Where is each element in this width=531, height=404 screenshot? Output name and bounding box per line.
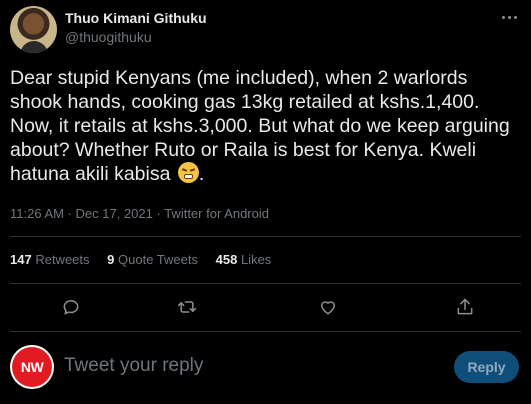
user-avatar-text: NW bbox=[12, 347, 52, 387]
author-name[interactable]: Thuo Kimani Githuku bbox=[65, 10, 207, 26]
likes-stat[interactable]: 458 Likes bbox=[216, 252, 272, 267]
avatar-figure bbox=[20, 41, 48, 53]
tweet-text: Dear stupid Kenyans (me included), when … bbox=[10, 67, 516, 185]
tweet-date[interactable]: Dec 17, 2021 bbox=[76, 206, 153, 221]
divider bbox=[10, 283, 521, 284]
divider bbox=[10, 331, 521, 332]
reply-button[interactable]: Reply bbox=[454, 351, 519, 383]
share-icon[interactable] bbox=[452, 294, 478, 320]
like-icon[interactable] bbox=[315, 294, 341, 320]
more-options-icon[interactable] bbox=[499, 12, 519, 22]
retweets-stat[interactable]: 147 Retweets bbox=[10, 252, 90, 267]
tweet-trailing: . bbox=[198, 163, 205, 185]
likes-count: 458 bbox=[215, 252, 238, 267]
quote-tweets-stat[interactable]: 9 Quote Tweets bbox=[107, 252, 198, 267]
tweet-header: Thuo Kimani Githuku @thuogithuku bbox=[10, 6, 521, 54]
quote-tweets-count: 9 bbox=[107, 252, 115, 267]
tweet-body: Dear stupid Kenyans (me included), when … bbox=[10, 66, 515, 186]
tweet-source[interactable]: Twitter for Android bbox=[164, 206, 269, 221]
tweet-time[interactable]: 11:26 AM bbox=[10, 206, 64, 221]
tweet-stats: 147 Retweets 9 Quote Tweets 458 Likes bbox=[10, 252, 285, 267]
divider bbox=[10, 236, 521, 237]
author-handle[interactable]: @thuogithuku bbox=[65, 29, 152, 45]
meta-separator: · bbox=[63, 206, 76, 221]
retweets-count: 147 bbox=[10, 252, 32, 267]
likes-label: Likes bbox=[240, 252, 272, 267]
reply-input[interactable] bbox=[64, 355, 264, 377]
reply-composer: NW Reply bbox=[10, 345, 521, 389]
steam-face-emoji-icon bbox=[177, 162, 199, 183]
quote-tweets-label: Quote Tweets bbox=[118, 252, 198, 267]
tweet-actions bbox=[40, 294, 505, 320]
reply-icon[interactable] bbox=[58, 294, 84, 320]
user-avatar[interactable]: NW bbox=[10, 345, 54, 389]
meta-separator: · bbox=[152, 206, 165, 221]
author-avatar[interactable] bbox=[10, 6, 57, 53]
retweet-icon[interactable] bbox=[174, 294, 200, 320]
retweets-label: Retweets bbox=[35, 252, 90, 267]
tweet-meta: 11:26 AM · Dec 17, 2021 · Twitter for An… bbox=[10, 206, 269, 221]
